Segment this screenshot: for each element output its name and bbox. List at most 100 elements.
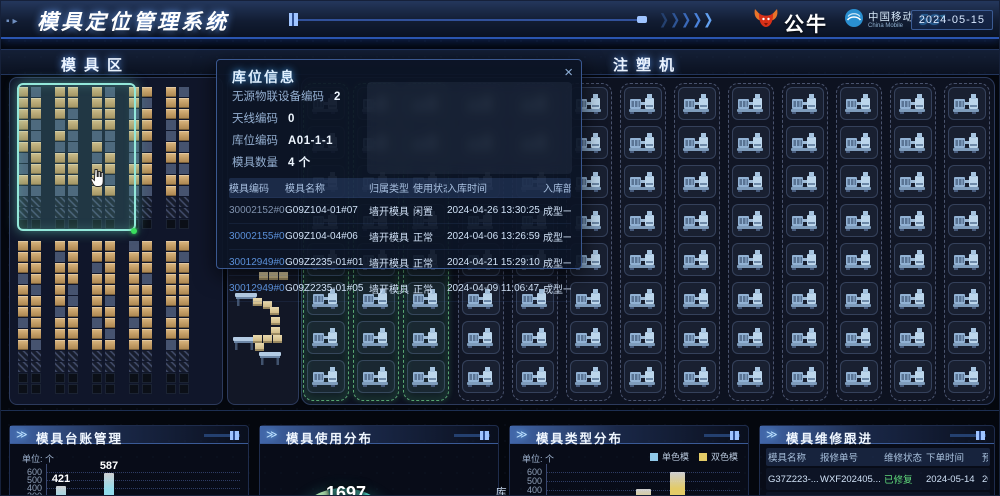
- machine-cell[interactable]: [894, 126, 932, 159]
- machine-cell[interactable]: [678, 204, 716, 237]
- machine-cell[interactable]: [948, 126, 986, 159]
- rack-strip[interactable]: [105, 241, 115, 395]
- panel-slider-handle[interactable]: [230, 431, 239, 440]
- machine-cell[interactable]: [948, 87, 986, 120]
- panel-slider-handle[interactable]: [730, 431, 739, 440]
- machine-cell[interactable]: [948, 243, 986, 276]
- mold-code-link[interactable]: 30002155#06: [229, 231, 285, 242]
- repair-table-row[interactable]: G37Z323-...WXF202405...已修复2024-05-152024…: [766, 492, 990, 496]
- machine-cell[interactable]: [678, 360, 716, 393]
- machine-cell[interactable]: [307, 360, 345, 393]
- machine-cell[interactable]: [786, 87, 824, 120]
- rack-strip[interactable]: [142, 241, 152, 395]
- machine-cell[interactable]: [357, 360, 395, 393]
- storage-table-row[interactable]: 30012949#01G09Z2235-01#01墙开模具正常2024-04-2…: [229, 250, 571, 276]
- machine-lane[interactable]: [620, 83, 666, 401]
- machine-cell[interactable]: [732, 126, 770, 159]
- machine-cell[interactable]: [894, 165, 932, 198]
- machine-cell[interactable]: [307, 321, 345, 354]
- machine-cell[interactable]: [624, 243, 662, 276]
- mold-code-link[interactable]: 30002152#07: [229, 205, 285, 216]
- machine-cell[interactable]: [840, 204, 878, 237]
- machine-cell[interactable]: [357, 321, 395, 354]
- machine-lane[interactable]: [944, 83, 990, 401]
- machine-cell[interactable]: [840, 126, 878, 159]
- machine-cell[interactable]: [840, 165, 878, 198]
- machine-cell[interactable]: [786, 165, 824, 198]
- machine-cell[interactable]: [678, 282, 716, 315]
- machine-cell[interactable]: [570, 360, 608, 393]
- machine-cell[interactable]: [624, 204, 662, 237]
- machine-cell[interactable]: [840, 321, 878, 354]
- rack-strip[interactable]: [179, 241, 189, 395]
- machine-cell[interactable]: [678, 126, 716, 159]
- machine-cell[interactable]: [732, 321, 770, 354]
- machine-cell[interactable]: [786, 243, 824, 276]
- machine-cell[interactable]: [732, 282, 770, 315]
- machine-cell[interactable]: [894, 360, 932, 393]
- storage-table-row[interactable]: 30002152#07G09Z104-01#07墙开模具闲置2024-04-26…: [229, 198, 571, 224]
- machine-cell[interactable]: [786, 126, 824, 159]
- machine-cell[interactable]: [570, 282, 608, 315]
- rack-strip[interactable]: [129, 241, 139, 395]
- machine-cell[interactable]: [948, 282, 986, 315]
- close-icon[interactable]: ×: [564, 64, 573, 81]
- rack-strip[interactable]: [18, 241, 28, 395]
- machine-cell[interactable]: [462, 321, 500, 354]
- machine-cell[interactable]: [948, 165, 986, 198]
- machine-cell[interactable]: [732, 165, 770, 198]
- mold-code-link[interactable]: 30012949#05: [229, 283, 285, 294]
- rack-strip[interactable]: [31, 241, 41, 395]
- machine-cell[interactable]: [407, 321, 445, 354]
- rack-strip[interactable]: [142, 87, 152, 230]
- machine-cell[interactable]: [624, 165, 662, 198]
- machine-cell[interactable]: [786, 204, 824, 237]
- machine-cell[interactable]: [624, 282, 662, 315]
- rack-strip[interactable]: [68, 241, 78, 395]
- rack-strip[interactable]: [179, 87, 189, 230]
- machine-cell[interactable]: [948, 321, 986, 354]
- machine-cell[interactable]: [516, 360, 554, 393]
- rack-strip[interactable]: [92, 241, 102, 395]
- machine-cell[interactable]: [732, 360, 770, 393]
- mold-code-link[interactable]: 30012949#01: [229, 257, 285, 268]
- machine-cell[interactable]: [948, 204, 986, 237]
- panel-slider-handle[interactable]: [976, 431, 985, 440]
- machine-lane[interactable]: [836, 83, 882, 401]
- machine-cell[interactable]: [678, 243, 716, 276]
- machine-lane[interactable]: [890, 83, 936, 401]
- machine-cell[interactable]: [786, 282, 824, 315]
- header-slider-handle[interactable]: [289, 13, 298, 26]
- machine-cell[interactable]: [786, 321, 824, 354]
- storage-table-row[interactable]: 30012949#05G09Z2235-01#05墙开模具正常2024-04-0…: [229, 276, 571, 302]
- machine-cell[interactable]: [624, 87, 662, 120]
- machine-cell[interactable]: [840, 87, 878, 120]
- machine-cell[interactable]: [678, 321, 716, 354]
- rack-strip[interactable]: [166, 241, 176, 395]
- machine-cell[interactable]: [732, 204, 770, 237]
- machine-cell[interactable]: [840, 243, 878, 276]
- machine-cell[interactable]: [407, 360, 445, 393]
- machine-lane[interactable]: [728, 83, 774, 401]
- panel-slider-handle[interactable]: [480, 431, 489, 440]
- machine-cell[interactable]: [894, 282, 932, 315]
- machine-cell[interactable]: [624, 321, 662, 354]
- machine-cell[interactable]: [570, 321, 608, 354]
- machine-cell[interactable]: [624, 360, 662, 393]
- machine-cell[interactable]: [840, 282, 878, 315]
- machine-cell[interactable]: [840, 360, 878, 393]
- header-slider-track[interactable]: [293, 19, 645, 21]
- machine-cell[interactable]: [462, 360, 500, 393]
- rack-strip[interactable]: [166, 87, 176, 230]
- machine-cell[interactable]: [894, 204, 932, 237]
- machine-cell[interactable]: [732, 243, 770, 276]
- machine-lane[interactable]: [674, 83, 720, 401]
- rack-strip[interactable]: [55, 241, 65, 395]
- repair-table-row[interactable]: G37Z223-...WXF202405...已修复2024-05-142024…: [766, 468, 990, 490]
- machine-cell[interactable]: [894, 243, 932, 276]
- storage-table-row[interactable]: 30002155#06G09Z104-04#06墙开模具正常2024-04-06…: [229, 224, 571, 250]
- machine-cell[interactable]: [786, 360, 824, 393]
- machine-cell[interactable]: [624, 126, 662, 159]
- machine-cell[interactable]: [894, 321, 932, 354]
- machine-cell[interactable]: [678, 165, 716, 198]
